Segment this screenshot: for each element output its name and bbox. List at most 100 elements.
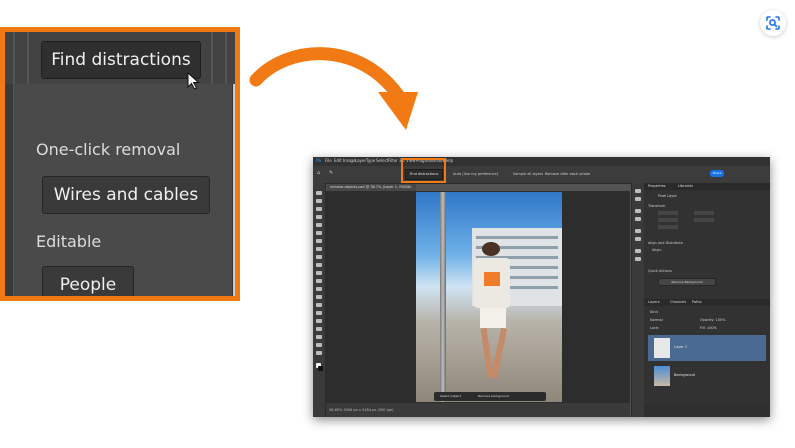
divider (27, 32, 29, 84)
lasso-tool-icon[interactable] (316, 207, 322, 211)
quick-actions-section[interactable]: Quick Actions (648, 269, 672, 273)
lock-label: Lock: (650, 326, 660, 330)
healing-tool-icon[interactable] (316, 247, 322, 251)
hand-tool-icon[interactable] (316, 343, 322, 347)
character-icon[interactable] (635, 257, 641, 261)
side-strip (5, 84, 13, 296)
tab-layers[interactable]: Layers (648, 299, 660, 306)
kind-filter[interactable]: Kind (650, 310, 658, 314)
layer-name: Layer 1 (674, 345, 688, 349)
paragraph-icon[interactable] (635, 249, 641, 253)
blend-mode-select[interactable]: Normal (650, 318, 663, 322)
path-select-icon[interactable] (316, 327, 322, 331)
person-top (484, 272, 500, 286)
person-skirt (480, 308, 506, 328)
tools-panel (313, 183, 326, 417)
eraser-tool-icon[interactable] (316, 279, 322, 283)
status-bar: 38.65% 3456 px x 5184 px (300 ppi) (326, 403, 630, 417)
find-distractions-button[interactable]: Find distractions (41, 41, 201, 79)
share-button[interactable]: Share (710, 170, 724, 177)
find-distractions-highlight (401, 158, 446, 183)
curved-arrow-icon (249, 47, 418, 130)
move-tool-icon[interactable] (316, 191, 322, 195)
width-field[interactable] (658, 211, 678, 215)
menu-bar: PS File Edit Image Layer Type Select Fil… (313, 157, 770, 166)
stamp-tool-icon[interactable] (316, 263, 322, 267)
libraries-icon[interactable] (635, 229, 641, 233)
marquee-tool-icon[interactable] (316, 199, 322, 203)
select-tool-icon[interactable] (316, 215, 322, 219)
zoom-tool-icon[interactable] (316, 351, 322, 355)
type-tool-icon[interactable] (316, 319, 322, 323)
shape-tool-icon[interactable] (316, 335, 322, 339)
tab-channels[interactable]: Channels (670, 299, 686, 306)
canvas-area[interactable]: Select subject Remove background (326, 191, 630, 403)
fill-field[interactable]: Fill: 100% (700, 326, 717, 330)
layer-row[interactable]: Layer 1 (648, 335, 766, 361)
menu-file[interactable]: File (325, 158, 332, 163)
editable-label: Editable (36, 232, 102, 251)
document-image[interactable]: Select subject Remove background (416, 192, 562, 402)
people-button[interactable]: People (42, 266, 134, 296)
menu-layer[interactable]: Layer (355, 158, 366, 163)
mode-select[interactable]: Auto (Use my preference) (453, 172, 498, 176)
menu-type[interactable]: Type (366, 158, 375, 163)
menu-filter[interactable]: Filter (388, 158, 398, 163)
contextual-taskbar: Select subject Remove background (434, 392, 546, 401)
divider (13, 32, 15, 84)
tab-libraries[interactable]: Libraries (678, 183, 693, 190)
divider (225, 32, 227, 84)
zoomed-callout: Find distractions One-click removal Wire… (0, 27, 240, 301)
tab-properties[interactable]: Properties (648, 183, 666, 190)
crop-tool-icon[interactable] (316, 223, 322, 227)
select-subject-button[interactable]: Select subject (440, 392, 461, 401)
dodge-tool-icon[interactable] (316, 303, 322, 307)
lens-search-icon[interactable] (760, 10, 786, 36)
menu-image[interactable]: Image (343, 158, 356, 163)
transform-section[interactable]: Transform (648, 204, 665, 208)
y-field[interactable] (694, 218, 714, 222)
history-brush-icon[interactable] (316, 271, 322, 275)
document-tab[interactable]: remove-objects.psd @ 38.7% (Layer 1, RGB… (327, 184, 416, 191)
pointer-cursor-icon (187, 72, 200, 90)
brush-tool-icon[interactable] (316, 255, 322, 259)
x-field[interactable] (658, 218, 678, 222)
menu-edit[interactable]: Edit (334, 158, 342, 163)
find-distractions-dropdown: One-click removal Wires and cables Edita… (13, 84, 233, 296)
layer-row[interactable]: Background (648, 363, 766, 389)
height-field[interactable] (694, 211, 714, 215)
panel-icon-column (631, 183, 644, 417)
layer-name: Background (674, 373, 695, 377)
person-head (482, 242, 500, 256)
blur-tool-icon[interactable] (316, 295, 322, 299)
history-icon[interactable] (635, 189, 641, 193)
frame-tool-icon[interactable] (316, 231, 322, 235)
adjustments-icon[interactable] (635, 209, 641, 213)
sample-all-layers-checkbox[interactable]: Sample all layers (513, 172, 543, 176)
menu-select[interactable]: Select (376, 158, 388, 163)
opacity-field[interactable]: Opacity: 100% (700, 318, 726, 322)
gradient-tool-icon[interactable] (316, 287, 322, 291)
remove-background-quick-button[interactable]: Remove Background (658, 278, 716, 286)
eyedropper-tool-icon[interactable] (316, 239, 322, 243)
comments-icon[interactable] (635, 197, 641, 201)
photoshop-window: PS File Edit Image Layer Type Select Fil… (313, 157, 770, 417)
right-panels: Properties Libraries Pixel Layer Transfo… (644, 183, 770, 417)
angle-field[interactable] (658, 225, 678, 229)
remove-tool-icon[interactable]: ✎ (329, 170, 333, 176)
wires-and-cables-button[interactable]: Wires and cables (42, 176, 210, 214)
home-icon[interactable]: ⌂ (317, 170, 320, 176)
remove-background-button[interactable]: Remove background (478, 392, 509, 401)
tab-paths[interactable]: Paths (692, 299, 702, 306)
align-distribute-section[interactable]: Align and Distribute (648, 241, 683, 245)
brush-settings-icon[interactable] (635, 217, 641, 221)
options-bar: ⌂ ✎ Find distractions Auto (Use my prefe… (313, 166, 770, 184)
layers-tabs: Layers Channels Paths (644, 299, 770, 306)
layer-thumbnail (654, 366, 670, 386)
pen-tool-icon[interactable] (316, 311, 322, 315)
remove-after-stroke-checkbox[interactable]: Remove after each stroke (545, 172, 590, 176)
swatches-icon[interactable] (635, 237, 641, 241)
lamp-pole (440, 192, 446, 402)
background-color-icon[interactable] (318, 366, 323, 371)
person-leg (490, 327, 508, 379)
